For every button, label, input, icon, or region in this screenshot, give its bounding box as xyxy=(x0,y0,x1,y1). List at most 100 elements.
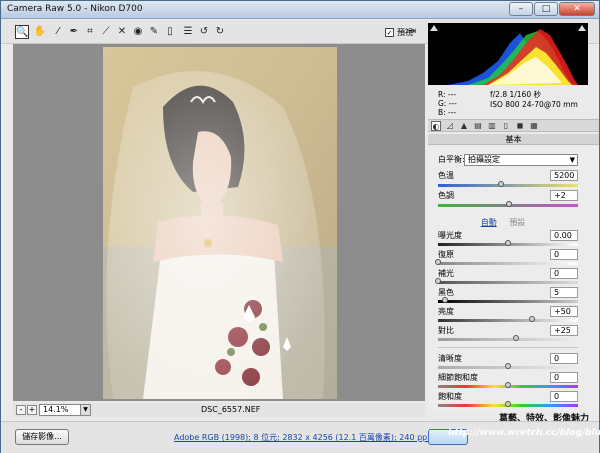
slider-value-input[interactable]: 0.00 xyxy=(550,230,578,241)
white-balance-tool-icon[interactable]: ⁄ xyxy=(51,25,65,39)
zoom-tool-icon[interactable]: 🔍 xyxy=(15,25,29,39)
contrast-slider-track[interactable] xyxy=(438,335,578,341)
slider-thumb[interactable] xyxy=(505,382,511,388)
recovery-slider-track[interactable] xyxy=(435,259,578,265)
exif-iso-lens: ISO 800 24-70@70 mm xyxy=(490,100,578,109)
graduated-filter-icon[interactable]: ▯ xyxy=(163,25,177,39)
pixel-readout: R: --- G: --- B: --- f/2.8 1/160 秒 ISO 8… xyxy=(428,87,588,117)
saturation-slider-track[interactable] xyxy=(438,401,578,407)
tab-split-toning-icon[interactable]: ▥ xyxy=(487,121,497,131)
panel-tabs: ◐ ◿ ▲ ▤ ▥ ▯ ◼ ▦ xyxy=(428,119,599,132)
slider-value-input[interactable]: +50 xyxy=(550,306,578,317)
minimize-icon[interactable]: – xyxy=(509,2,533,16)
slider-label: 黑色 xyxy=(438,288,454,297)
slider-thumb[interactable] xyxy=(435,278,441,284)
save-image-button[interactable]: 儲存影像... xyxy=(15,429,69,445)
slider-thumb[interactable] xyxy=(505,401,511,407)
zoom-out-button[interactable]: - xyxy=(16,405,26,415)
chevron-down-icon: ▼ xyxy=(569,156,575,164)
preferences-icon[interactable]: ☰ xyxy=(181,25,195,39)
straighten-tool-icon[interactable]: ⟋ xyxy=(99,25,113,39)
title-bar: Camera Raw 5.0 - Nikon D700 – □ ✕ xyxy=(1,1,599,19)
slider-thumb[interactable] xyxy=(513,335,520,341)
panel-title: 基本 xyxy=(428,134,599,145)
tab-tone-curve-icon[interactable]: ◿ xyxy=(445,121,455,131)
slider-row-brightness: 亮度 +50 xyxy=(438,306,578,318)
tab-presets-icon[interactable]: ▦ xyxy=(529,121,539,131)
white-balance-select[interactable]: 拍攝設定 ▼ xyxy=(464,154,578,166)
slider-row-temp: 色溫 5200 xyxy=(438,170,578,182)
slider-label: 色調 xyxy=(438,191,454,200)
slider-thumb[interactable] xyxy=(498,181,504,187)
slider-label: 飽和度 xyxy=(438,392,462,401)
rotate-right-icon[interactable]: ↻ xyxy=(213,25,227,39)
slider-value-input[interactable]: 0 xyxy=(550,353,578,364)
white-balance-row: 白平衡: 拍攝設定 ▼ xyxy=(438,154,578,166)
green-value: G: --- xyxy=(438,99,457,108)
slider-value-input[interactable]: 0 xyxy=(550,249,578,260)
fill-light-slider-track[interactable] xyxy=(435,278,578,284)
retouch-tool-icon[interactable]: ✕ xyxy=(115,25,129,39)
crop-tool-icon[interactable]: ⌗ xyxy=(83,25,97,39)
default-link[interactable]: 預設 xyxy=(509,218,525,227)
slider-value-input[interactable]: +2 xyxy=(550,190,578,201)
rotate-left-icon[interactable]: ↺ xyxy=(197,25,211,39)
watermark-url: http://www.wretch.cc/blog/bluec xyxy=(448,428,600,438)
tab-hsl-icon[interactable]: ▤ xyxy=(473,121,483,131)
slider-label: 曝光度 xyxy=(438,231,462,240)
shadow-clipping-icon[interactable] xyxy=(430,25,438,31)
workflow-options-link[interactable]: Adobe RGB (1998); 8 位元; 2832 x 4256 (12.… xyxy=(174,432,429,443)
clarity-slider-track[interactable] xyxy=(438,363,578,369)
slider-value-input[interactable]: 0 xyxy=(550,268,578,279)
tint-slider-track[interactable] xyxy=(438,201,578,207)
slider-row-fill-light: 補光 0 xyxy=(438,268,578,280)
close-icon[interactable]: ✕ xyxy=(559,2,595,16)
brightness-slider-track[interactable] xyxy=(438,316,578,322)
slider-value-input[interactable]: 0 xyxy=(550,391,578,402)
blue-value: B: --- xyxy=(438,108,457,117)
basic-panel: 白平衡: 拍攝設定 ▼ 色溫 5200 色調 +2 自動 預設 曝光度 0.00 xyxy=(428,146,599,411)
section-divider xyxy=(438,347,578,348)
slider-thumb[interactable] xyxy=(435,259,441,265)
blacks-slider-track[interactable] xyxy=(438,297,578,303)
slider-thumb[interactable] xyxy=(528,316,535,322)
tab-camera-calibration-icon[interactable]: ◼ xyxy=(515,121,525,131)
slider-thumb[interactable] xyxy=(505,363,511,369)
slider-thumb[interactable] xyxy=(505,240,511,246)
chevron-down-icon: ▼ xyxy=(80,405,90,415)
color-sampler-tool-icon[interactable]: ✒ xyxy=(67,25,81,39)
slider-label: 清晰度 xyxy=(438,354,462,363)
zoom-select[interactable]: 14.1% ▼ xyxy=(39,404,91,416)
exposure-slider-track[interactable] xyxy=(438,240,578,246)
slider-value-input[interactable]: 0 xyxy=(550,372,578,383)
red-eye-tool-icon[interactable]: ◉ xyxy=(131,25,145,39)
image-canvas[interactable] xyxy=(13,44,425,401)
fullscreen-icon[interactable]: ⇥ xyxy=(405,25,419,39)
maximize-icon[interactable]: □ xyxy=(534,2,558,16)
tab-lens-icon[interactable]: ▯ xyxy=(501,121,511,131)
preview-checkbox[interactable]: ✓ xyxy=(385,28,394,37)
slider-row-blacks: 黑色 5 xyxy=(438,287,578,299)
slider-thumb[interactable] xyxy=(506,201,513,207)
vibrance-slider-track[interactable] xyxy=(438,382,578,388)
highlight-clipping-icon[interactable] xyxy=(578,25,586,31)
zoom-in-button[interactable]: + xyxy=(27,405,37,415)
tab-detail-icon[interactable]: ▲ xyxy=(459,121,469,131)
slider-value-input[interactable]: +25 xyxy=(550,325,578,336)
slider-value-input[interactable]: 5200 xyxy=(550,170,578,181)
histogram xyxy=(428,23,588,85)
slider-label: 亮度 xyxy=(438,307,454,316)
camera-raw-window: Camera Raw 5.0 - Nikon D700 – □ ✕ 🔍 ✋ ⁄ … xyxy=(0,0,600,453)
hand-tool-icon[interactable]: ✋ xyxy=(33,25,47,39)
slider-label: 補光 xyxy=(438,269,454,278)
slider-value-input[interactable]: 5 xyxy=(550,287,578,298)
white-balance-label: 白平衡: xyxy=(438,155,465,164)
slider-label: 細節飽和度 xyxy=(438,373,478,382)
slider-thumb[interactable] xyxy=(442,297,448,303)
tab-basic-icon[interactable]: ◐ xyxy=(431,121,441,131)
slider-row-contrast: 對比 +25 xyxy=(438,325,578,337)
zoom-bar: - + 14.1% ▼ DSC_6557.NEF xyxy=(13,403,425,417)
adjustment-brush-icon[interactable]: ✎ xyxy=(147,25,161,39)
temperature-slider-track[interactable] xyxy=(438,181,578,187)
auto-link[interactable]: 自動 xyxy=(481,218,497,227)
